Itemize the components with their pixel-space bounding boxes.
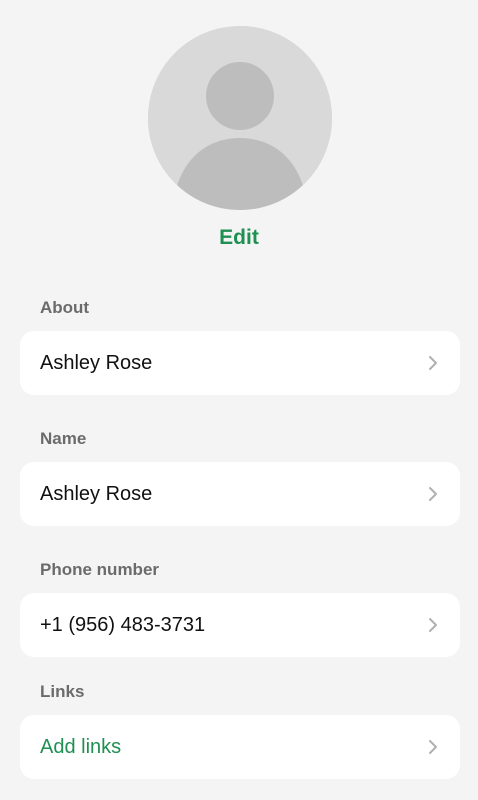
edit-photo-button[interactable]: Edit	[0, 226, 478, 250]
add-links-label: Add links	[40, 735, 122, 758]
person-silhouette-icon	[148, 26, 332, 210]
links-section-label: Links	[40, 682, 85, 701]
phone-section-label: Phone number	[40, 560, 160, 579]
name-value: Ashley Rose	[40, 482, 153, 505]
phone-row[interactable]: +1 (956) 483-3731	[20, 593, 460, 657]
about-section-label: About	[40, 298, 90, 317]
chevron-right-icon	[426, 738, 440, 756]
chevron-right-icon	[426, 354, 440, 372]
about-value: Ashley Rose	[40, 351, 153, 374]
chevron-right-icon	[426, 485, 440, 503]
profile-photo[interactable]	[148, 26, 332, 210]
add-links-row[interactable]: Add links	[20, 715, 460, 779]
phone-value: +1 (956) 483-3731	[40, 613, 206, 636]
chevron-right-icon	[426, 616, 440, 634]
name-row[interactable]: Ashley Rose	[20, 462, 460, 526]
name-section-label: Name	[40, 429, 87, 448]
about-row[interactable]: Ashley Rose	[20, 331, 460, 395]
